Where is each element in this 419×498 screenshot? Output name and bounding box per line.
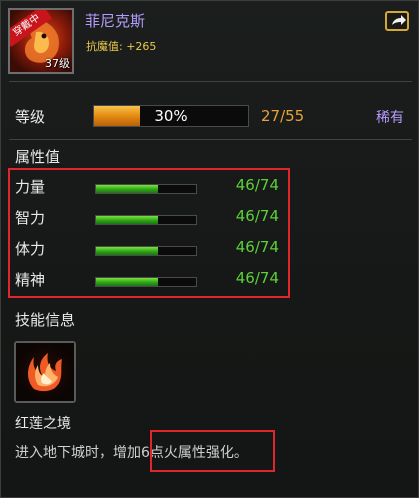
attribute-bar-fill	[96, 185, 158, 193]
flame-bird-skill-art	[16, 343, 74, 401]
level-progress-bar: 30%	[93, 105, 249, 127]
attribute-bar	[95, 184, 197, 194]
level-label: 等级	[15, 108, 46, 126]
attributes-title: 属性值	[15, 148, 61, 166]
phoenix-portrait-icon[interactable]: 穿戴中 37级	[8, 8, 74, 74]
attribute-bar	[95, 246, 197, 256]
attribute-bar-fill	[96, 247, 158, 255]
attribute-bar	[95, 215, 197, 225]
resist-value: +265	[126, 40, 157, 53]
attribute-bar-fill	[96, 216, 158, 224]
attribute-name: 智力	[15, 209, 46, 227]
rarity-label: 稀有	[376, 110, 404, 126]
resist-label: 抗魔值:	[86, 40, 123, 53]
attribute-row-intelligence: 智力 46/74	[15, 207, 285, 229]
pet-info-panel: 穿戴中 37级 菲尼克斯 抗魔值: +265 等级 30% 27/55 稀有 属…	[0, 0, 419, 498]
attribute-row-vitality: 体力 46/74	[15, 238, 285, 260]
attribute-name: 力量	[15, 178, 46, 196]
attribute-name: 精神	[15, 271, 46, 289]
pet-header: 穿戴中 37级 菲尼克斯 抗魔值: +265	[1, 1, 419, 79]
skill-description-prefix: 进入地下城时，增加	[15, 445, 141, 461]
attribute-value: 46/74	[235, 207, 279, 225]
attribute-name: 体力	[15, 240, 46, 258]
flame-bird-skill-icon[interactable]	[14, 341, 76, 403]
skill-highlight-box	[150, 430, 275, 472]
attribute-value: 46/74	[235, 176, 279, 194]
divider	[9, 81, 412, 82]
pet-level-badge: 37级	[45, 57, 70, 70]
attribute-value: 46/74	[235, 238, 279, 256]
attribute-bar	[95, 277, 197, 287]
attribute-row-strength: 力量 46/74	[15, 176, 285, 198]
attribute-bar-fill	[96, 278, 158, 286]
attribute-value: 46/74	[235, 269, 279, 287]
attribute-row-spirit: 精神 46/74	[15, 269, 285, 291]
level-progress-text: 30%	[154, 107, 188, 125]
pet-name: 菲尼克斯	[85, 12, 146, 30]
share-button[interactable]	[385, 11, 409, 31]
divider	[9, 139, 412, 140]
level-value: 27/55	[261, 107, 305, 125]
skill-name: 红莲之境	[15, 416, 71, 432]
share-icon	[392, 15, 406, 25]
resist-stat: 抗魔值: +265	[86, 38, 156, 54]
skill-section-title: 技能信息	[15, 311, 76, 329]
